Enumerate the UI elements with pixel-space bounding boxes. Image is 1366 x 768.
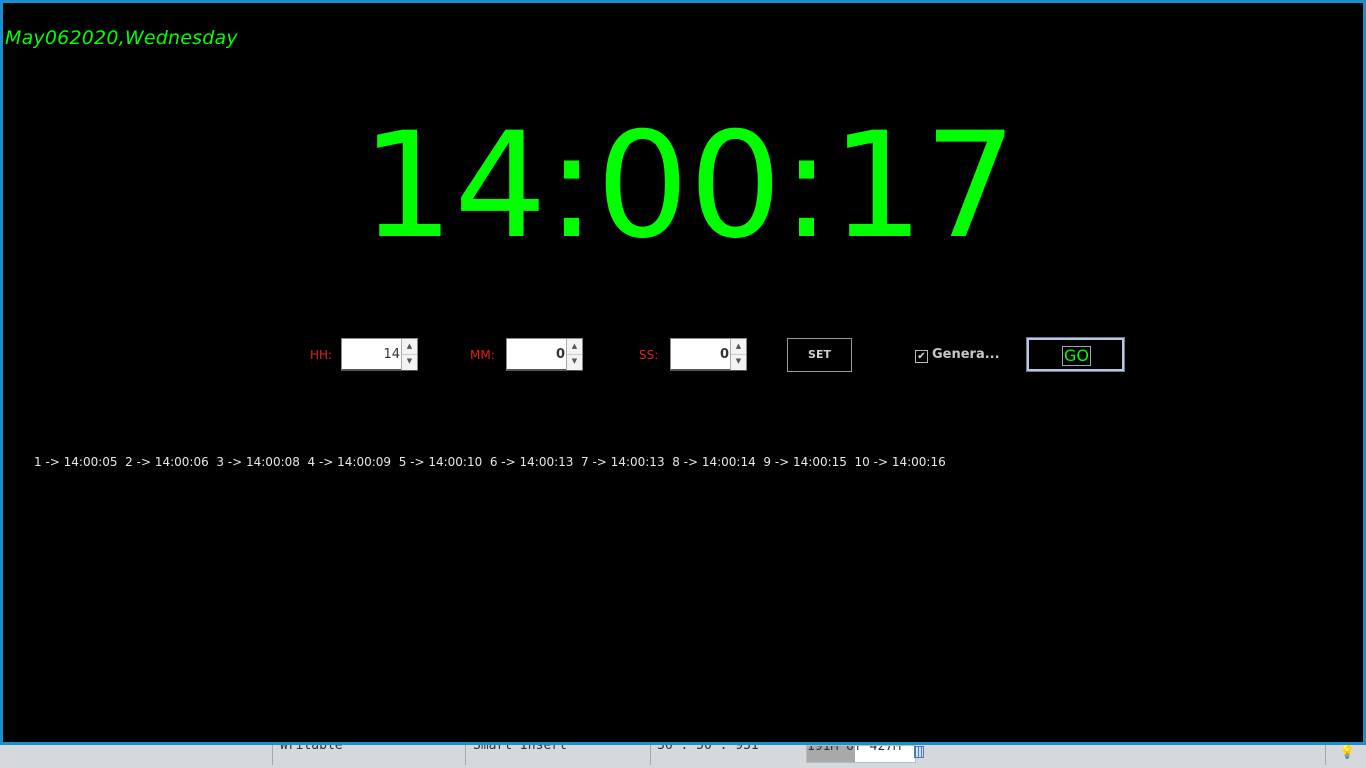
- ss-label: SS:: [639, 348, 659, 362]
- hh-label: HH:: [310, 348, 333, 362]
- generate-checkbox[interactable]: ✔ Genera...: [915, 347, 1000, 363]
- lap-list: 1 -> 14:00:05 2 -> 14:00:06 3 -> 14:00:0…: [34, 455, 946, 469]
- garbage-collect-icon[interactable]: [914, 746, 924, 758]
- lap-entry: 1 -> 14:00:05: [34, 455, 126, 469]
- go-button[interactable]: GO: [1026, 337, 1125, 372]
- down-arrow-icon[interactable]: ▼: [402, 354, 417, 369]
- generate-label: Genera...: [932, 347, 1000, 362]
- lap-entry: 8 -> 14:00:14: [672, 455, 764, 469]
- mm-value[interactable]: 0: [509, 347, 565, 362]
- status-mode: Writable: [280, 745, 343, 753]
- up-arrow-icon[interactable]: ▲: [731, 339, 746, 355]
- checkmark-icon[interactable]: ✔: [915, 350, 928, 363]
- lap-entry: 5 -> 14:00:10: [398, 455, 490, 469]
- clock-window: May062020,Wednesday 14:00:17 HH: 14 ▲ ▼ …: [0, 0, 1366, 745]
- status-bar: Writable Smart Insert 36 : 50 : 931 191M…: [0, 745, 1366, 768]
- status-insert: Smart Insert: [473, 745, 567, 753]
- status-separator: [272, 745, 273, 765]
- hh-spinner[interactable]: 14 ▲ ▼: [341, 338, 418, 371]
- clock-display: 14:00:17: [361, 101, 1017, 271]
- up-arrow-icon[interactable]: ▲: [567, 339, 582, 355]
- down-arrow-icon[interactable]: ▼: [567, 354, 582, 369]
- memory-text: 191M of 427M: [807, 745, 901, 754]
- mm-spinner[interactable]: 0 ▲ ▼: [506, 338, 583, 371]
- down-arrow-icon[interactable]: ▼: [731, 354, 746, 369]
- status-separator: [1325, 745, 1326, 765]
- set-button[interactable]: SET: [787, 338, 852, 372]
- status-separator: [465, 745, 466, 765]
- lightbulb-icon[interactable]: 💡: [1339, 745, 1355, 760]
- lap-entry: 4 -> 14:00:09: [307, 455, 399, 469]
- status-separator: [650, 745, 651, 765]
- status-position: 36 : 50 : 931: [657, 745, 759, 753]
- go-label: GO: [1062, 346, 1091, 366]
- lap-entry: 10 -> 14:00:16: [854, 455, 946, 469]
- lap-entry: 6 -> 14:00:13: [489, 455, 582, 469]
- mm-label: MM:: [470, 348, 495, 362]
- up-arrow-icon[interactable]: ▲: [402, 339, 417, 355]
- lap-entry: 2 -> 14:00:06: [125, 455, 217, 469]
- ss-value[interactable]: 0: [673, 347, 729, 362]
- lap-entry: 9 -> 14:00:15: [763, 455, 855, 469]
- date-label: May062020,Wednesday: [5, 27, 238, 49]
- hh-value[interactable]: 14: [344, 347, 400, 362]
- lap-entry: 7 -> 14:00:13: [581, 455, 673, 469]
- lap-entry: 3 -> 14:00:08: [216, 455, 308, 469]
- memory-indicator[interactable]: 191M of 427M: [806, 745, 916, 763]
- ss-spinner[interactable]: 0 ▲ ▼: [670, 338, 747, 371]
